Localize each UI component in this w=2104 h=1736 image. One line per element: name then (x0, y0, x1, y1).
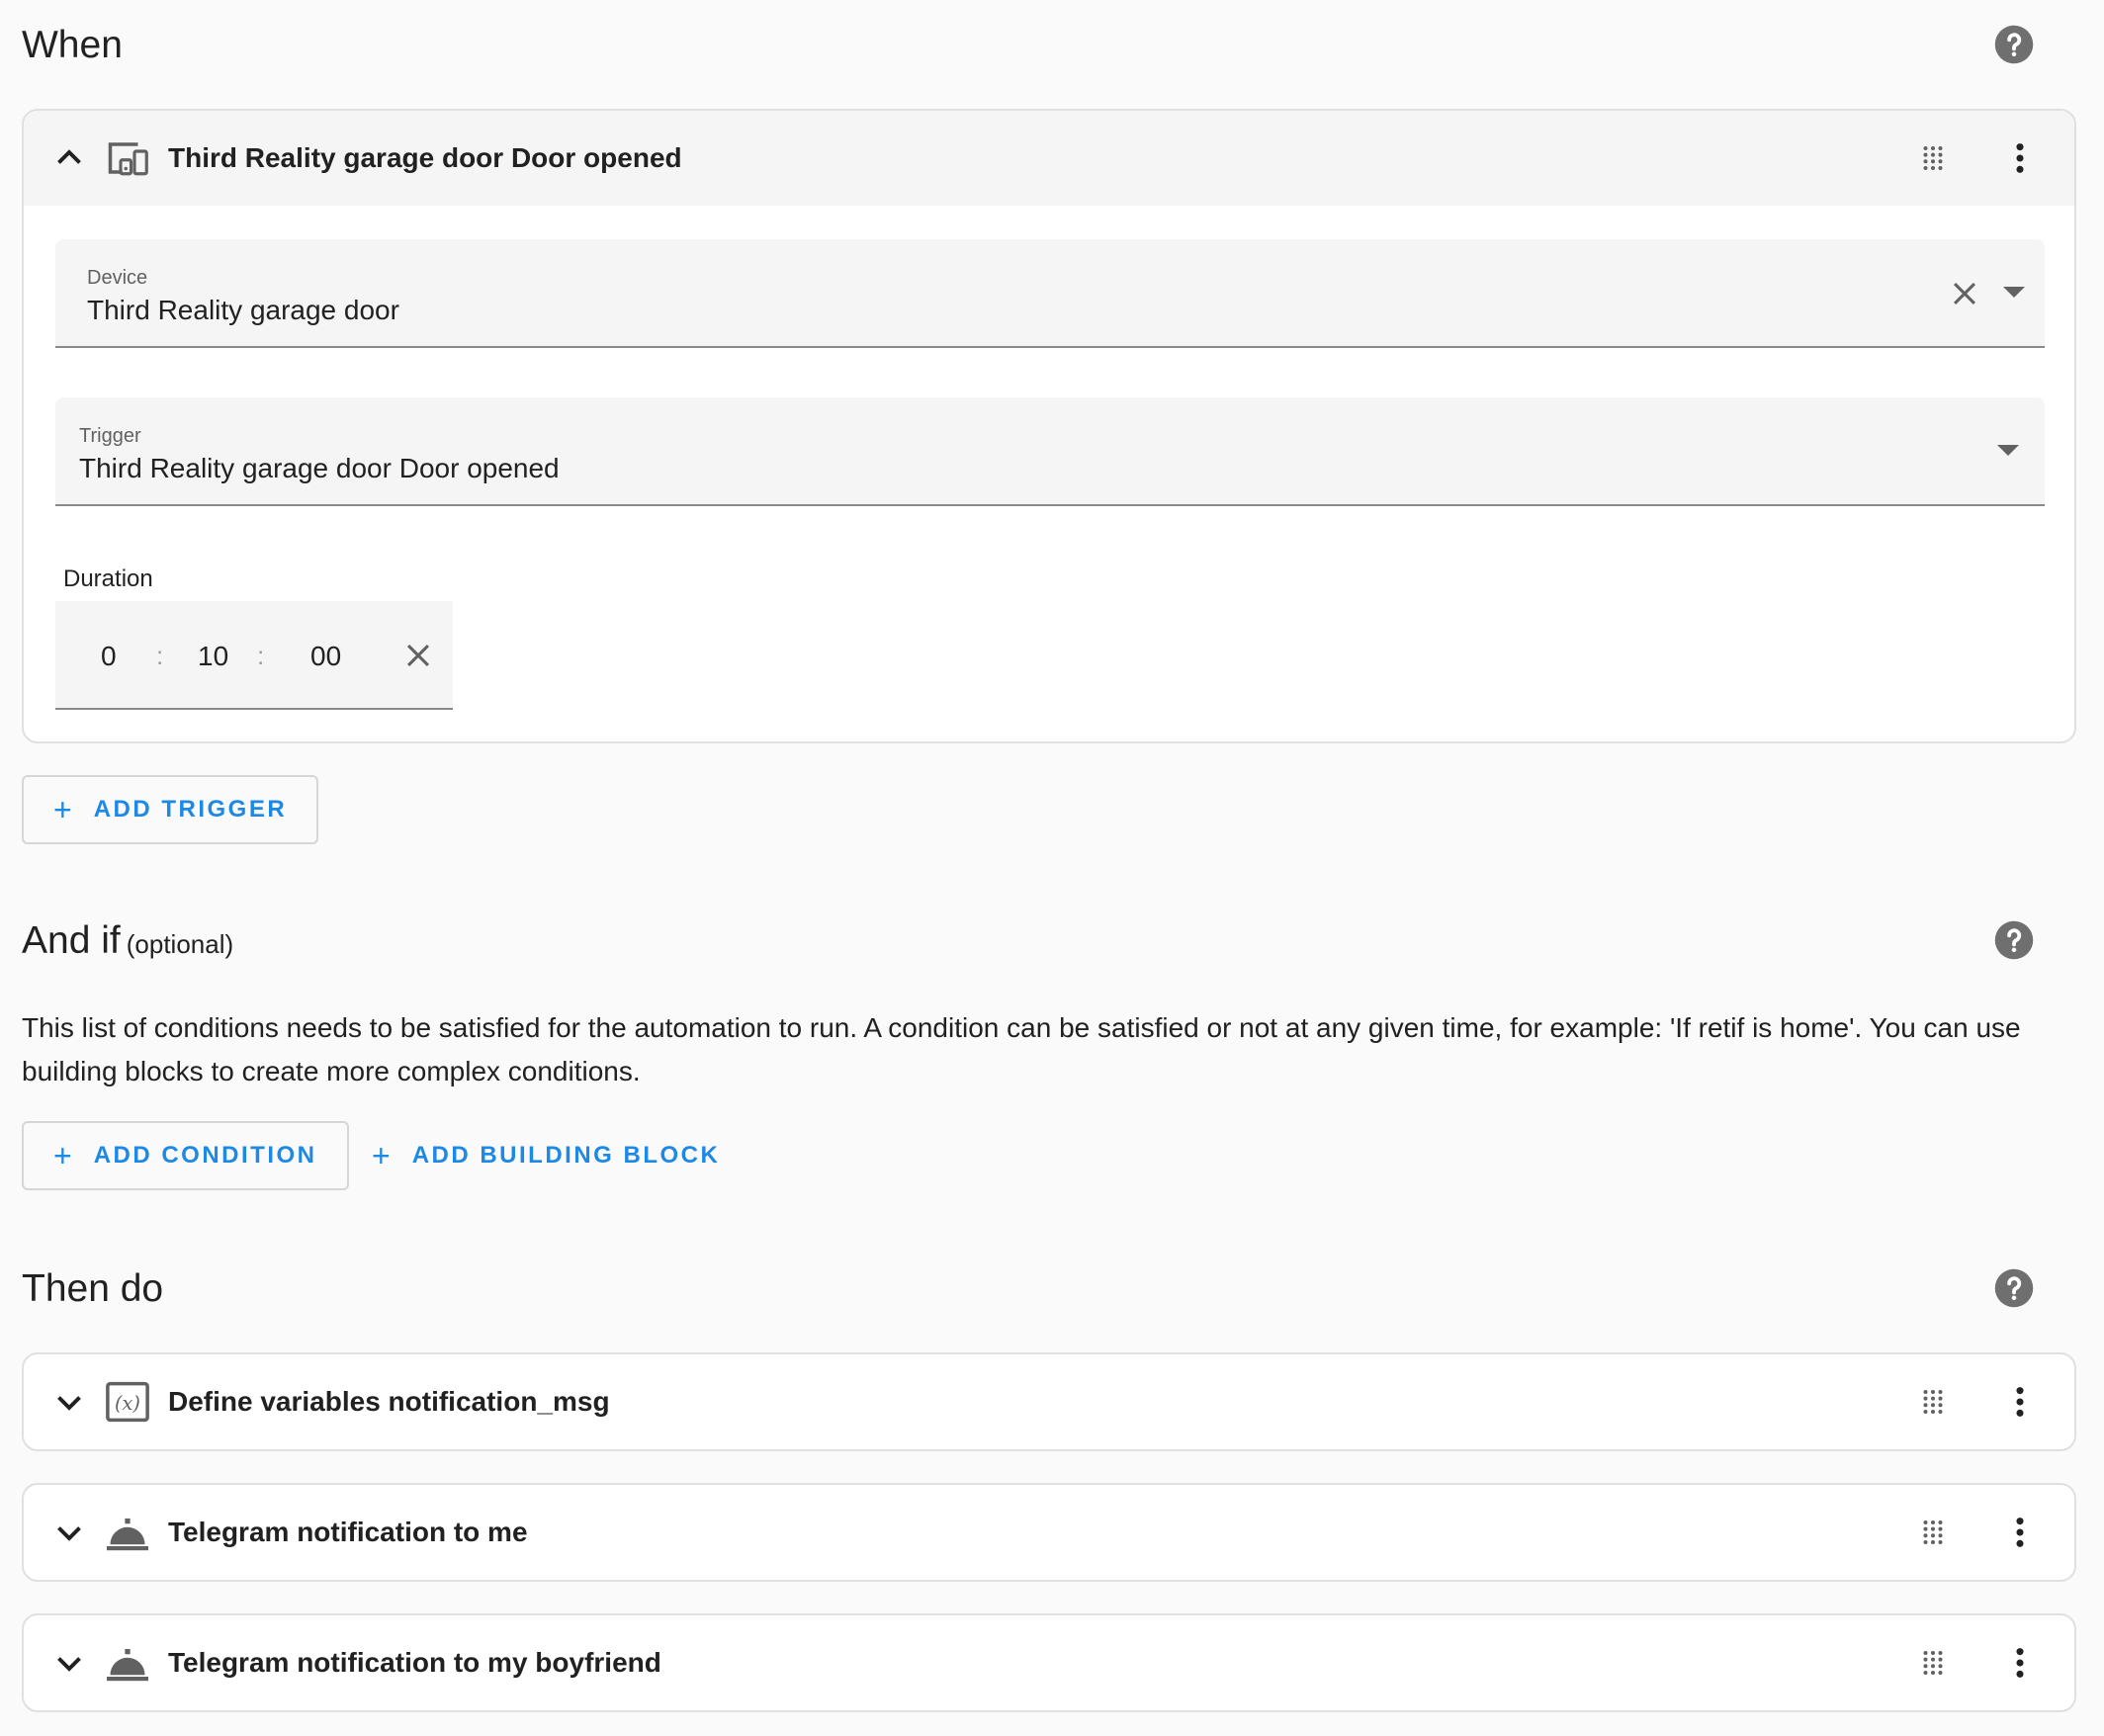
action-card-header[interactable]: Telegram notification to my boyfriend (24, 1615, 2074, 1710)
trigger-select[interactable]: Trigger Third Reality garage door Door o… (55, 397, 2045, 506)
service-bell-icon (107, 1649, 148, 1682)
add-trigger-button[interactable]: + ADD TRIGGER (22, 775, 319, 844)
drag-handle-icon[interactable] (1918, 1648, 1948, 1678)
duration-separator: : (156, 641, 164, 670)
help-icon[interactable] (1993, 24, 2035, 65)
action-title: Telegram notification to my boyfriend (168, 1647, 661, 1678)
device-select[interactable]: Device Third Reality garage door (55, 239, 2045, 348)
action-title: Define variables notification_msg (168, 1386, 610, 1417)
device-field-label: Device (87, 267, 148, 289)
trigger-card: Third Reality garage door Door opened De… (22, 109, 2076, 743)
trigger-card-header[interactable]: Third Reality garage door Door opened (24, 111, 2074, 206)
plus-icon: + (53, 791, 72, 827)
variable-icon: (x) (106, 1381, 149, 1423)
device-icon (108, 142, 148, 176)
action-card[interactable]: Telegram notification to my boyfriend (22, 1613, 2076, 1712)
drag-handle-icon[interactable] (1918, 1387, 1948, 1417)
add-condition-label: ADD CONDITION (93, 1142, 317, 1169)
chevron-down-icon[interactable] (51, 1645, 87, 1681)
trigger-card-title: Third Reality garage door Door opened (168, 142, 682, 173)
dropdown-arrow-icon[interactable] (2003, 287, 2025, 298)
and-if-section-title: And if (optional) (22, 921, 233, 960)
help-icon[interactable] (1993, 1267, 2035, 1309)
duration-label: Duration (63, 565, 153, 592)
chevron-down-icon[interactable] (51, 1384, 87, 1420)
chevron-up-icon[interactable] (51, 140, 87, 176)
action-card-header[interactable]: Telegram notification to me (24, 1485, 2074, 1580)
add-building-block-button[interactable]: + ADD BUILDING BLOCK (340, 1121, 751, 1190)
action-card-header[interactable]: (x) Define variables notification_msg (24, 1354, 2074, 1449)
add-trigger-label: ADD TRIGGER (93, 796, 288, 823)
duration-separator: : (257, 641, 265, 670)
drag-handle-icon[interactable] (1918, 1518, 1948, 1547)
add-condition-button[interactable]: + ADD CONDITION (22, 1121, 349, 1190)
plus-icon: + (372, 1137, 391, 1173)
when-section-title: When (22, 24, 123, 66)
drag-handle-icon[interactable] (1918, 143, 1948, 173)
svg-text:(x): (x) (115, 1392, 140, 1415)
more-vertical-icon[interactable] (2003, 1646, 2037, 1680)
service-bell-icon (107, 1519, 148, 1551)
clear-duration-icon[interactable] (401, 639, 435, 672)
more-vertical-icon[interactable] (2003, 1385, 2037, 1419)
action-card[interactable]: Telegram notification to me (22, 1483, 2076, 1582)
more-vertical-icon[interactable] (2003, 141, 2037, 175)
optional-label: (optional) (126, 929, 234, 959)
clear-icon[interactable] (1948, 277, 1981, 310)
action-title: Telegram notification to me (168, 1517, 528, 1547)
duration-input[interactable]: 0 : 10 : 00 (55, 601, 453, 710)
conditions-description: This list of conditions needs to be sati… (22, 1012, 2021, 1086)
trigger-field-label: Trigger (79, 425, 141, 447)
plus-icon: + (53, 1137, 72, 1173)
action-card[interactable]: (x) Define variables notification_msg (22, 1352, 2076, 1451)
and-if-title: And if (22, 919, 121, 962)
trigger-field-value: Third Reality garage door Door opened (79, 453, 560, 483)
add-building-block-label: ADD BUILDING BLOCK (411, 1142, 721, 1169)
help-icon[interactable] (1993, 919, 2035, 961)
device-field-value: Third Reality garage door (87, 295, 399, 325)
chevron-down-icon[interactable] (51, 1515, 87, 1550)
then-do-section-title: Then do (22, 1267, 164, 1310)
duration-seconds[interactable]: 00 (310, 641, 341, 672)
more-vertical-icon[interactable] (2003, 1516, 2037, 1549)
duration-minutes[interactable]: 10 (198, 641, 228, 672)
dropdown-arrow-icon[interactable] (1997, 445, 2019, 456)
duration-hours[interactable]: 0 (101, 641, 117, 672)
